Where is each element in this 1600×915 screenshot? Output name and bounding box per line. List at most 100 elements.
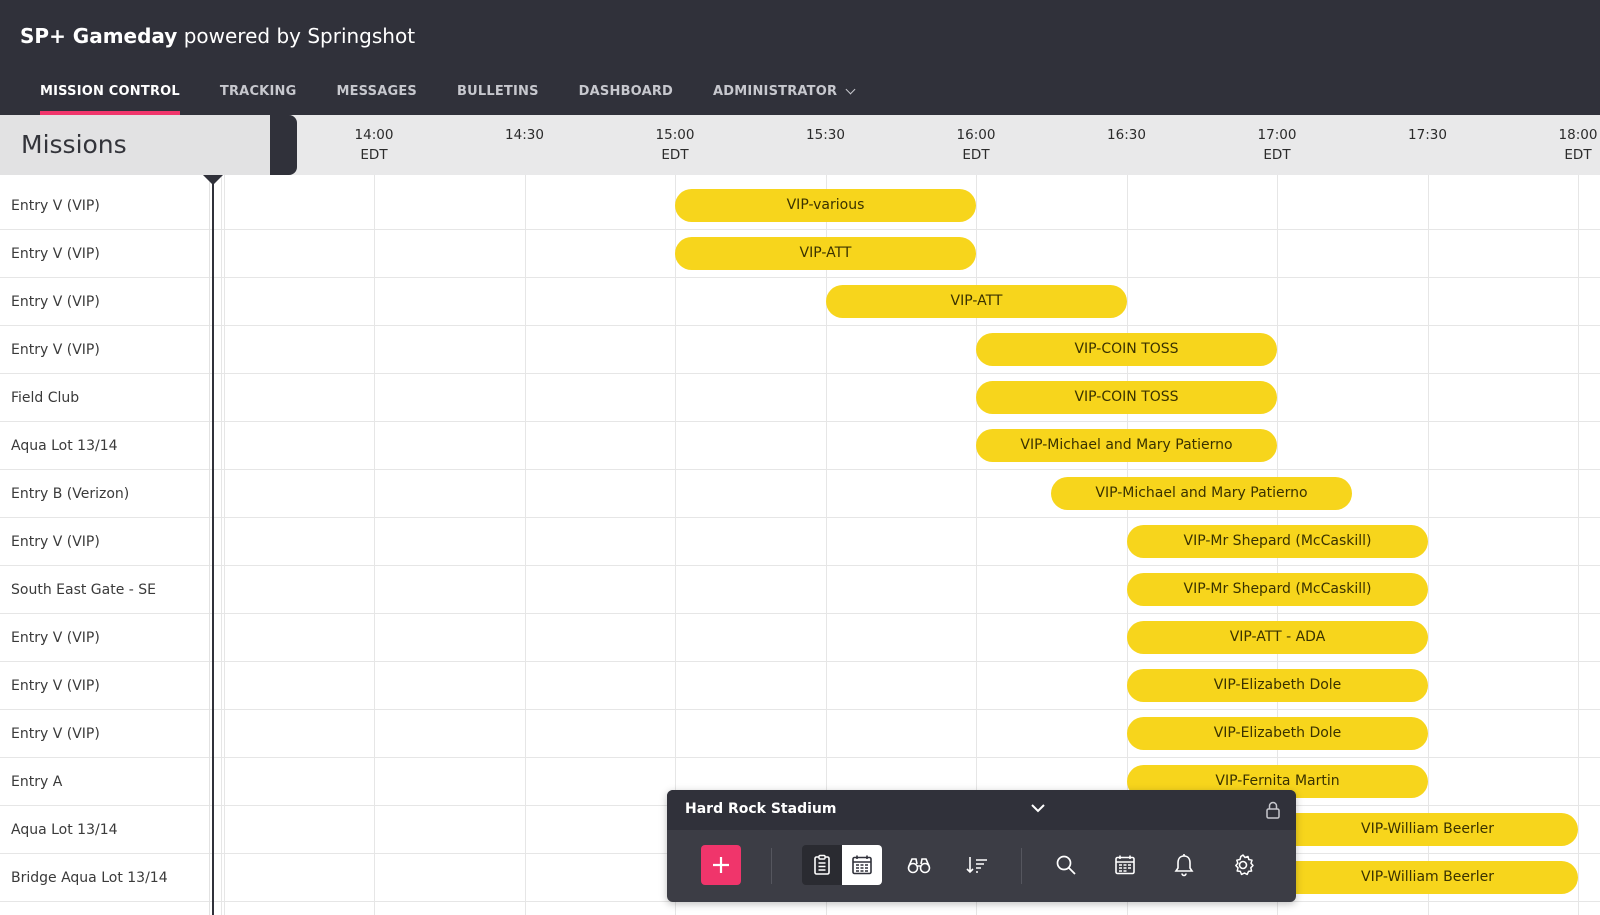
app-header: SP+ Gameday powered by Springshot MISSIO… xyxy=(0,0,1600,115)
list-view-button[interactable] xyxy=(802,845,842,885)
chevron-down-icon xyxy=(845,84,856,95)
brand-name: SP+ Gameday xyxy=(20,24,178,48)
nav-tracking[interactable]: TRACKING xyxy=(200,76,317,115)
time-tick-zone: EDT xyxy=(661,147,689,163)
row-location-label: Entry V (VIP) xyxy=(11,342,100,358)
lock-icon[interactable] xyxy=(1264,800,1282,820)
chevron-down-icon[interactable] xyxy=(1028,798,1048,818)
time-tick-zone: EDT xyxy=(1263,147,1291,163)
app-brand[interactable]: SP+ Gameday powered by Springshot xyxy=(20,24,415,48)
mission-bar[interactable]: VIP-Mr Shepard (McCaskill) xyxy=(1127,525,1428,558)
time-tick: 17:30 xyxy=(1388,125,1468,165)
time-tick: 14:00 EDT xyxy=(334,125,414,165)
mission-row: Field Club VIP-COIN TOSS xyxy=(0,374,1600,422)
sort-button[interactable] xyxy=(957,845,997,885)
missions-title: Missions xyxy=(0,115,270,175)
bell-icon xyxy=(1174,854,1194,877)
row-location-label: Entry V (VIP) xyxy=(11,198,100,214)
nav-dashboard[interactable]: DASHBOARD xyxy=(559,76,693,115)
sort-icon xyxy=(966,857,987,874)
timeline-view-button[interactable] xyxy=(842,845,882,885)
gear-icon xyxy=(1235,854,1254,876)
row-location-label: Entry V (VIP) xyxy=(11,726,100,742)
mission-bar[interactable]: VIP-Michael and Mary Patierno xyxy=(976,429,1277,462)
nav-bulletins[interactable]: BULLETINS xyxy=(437,76,559,115)
mission-bar[interactable]: VIP-William Beerler xyxy=(1277,861,1578,894)
nav-mission-control[interactable]: MISSION CONTROL xyxy=(20,76,200,115)
time-tick-zone xyxy=(1388,145,1468,165)
row-location-label: Entry V (VIP) xyxy=(11,678,100,694)
mission-row: Entry V (VIP) VIP-ATT xyxy=(0,278,1600,326)
notifications-button[interactable] xyxy=(1164,845,1204,885)
mission-bar[interactable]: VIP-ATT - ADA xyxy=(1127,621,1428,654)
time-tick-label: 18:00 xyxy=(1558,127,1598,143)
mission-bar[interactable]: VIP-COIN TOSS xyxy=(976,333,1277,366)
row-location-label: Entry V (VIP) xyxy=(11,630,100,646)
time-tick-zone: EDT xyxy=(962,147,990,163)
time-tick-label: 16:30 xyxy=(1107,127,1146,143)
mission-row: Entry V (VIP) VIP-Elizabeth Dole xyxy=(0,710,1600,758)
time-tick-label: 15:30 xyxy=(806,127,845,143)
row-location-label: Field Club xyxy=(11,390,80,406)
time-tick: 14:30 xyxy=(485,125,565,165)
nav-messages[interactable]: MESSAGES xyxy=(316,76,437,115)
mission-bar[interactable]: VIP-ATT xyxy=(675,237,976,270)
mission-bar[interactable]: VIP-Elizabeth Dole xyxy=(1127,717,1428,750)
calendar-grid-icon xyxy=(852,855,872,875)
mission-bar[interactable]: VIP-various xyxy=(675,189,976,222)
nav-label: ADMINISTRATOR xyxy=(713,84,838,99)
plus-icon xyxy=(713,857,729,873)
label-divider xyxy=(209,175,210,915)
mission-row: Entry V (VIP) VIP-ATT - ADA xyxy=(0,614,1600,662)
mission-row: Entry V (VIP) VIP-COIN TOSS xyxy=(0,326,1600,374)
time-tick: 18:00 EDT xyxy=(1538,125,1600,165)
missions-header: Missions xyxy=(0,115,297,175)
time-tick-zone xyxy=(1087,145,1167,165)
time-tick: 15:30 xyxy=(786,125,866,165)
time-tick: 16:00 EDT xyxy=(936,125,1016,165)
row-location-label: Aqua Lot 13/14 xyxy=(11,438,118,454)
mission-bar[interactable]: VIP-Elizabeth Dole xyxy=(1127,669,1428,702)
nav-label: MESSAGES xyxy=(336,84,417,99)
search-icon xyxy=(1056,855,1076,875)
time-tick-zone: EDT xyxy=(360,147,388,163)
search-button[interactable] xyxy=(1046,845,1086,885)
add-mission-button[interactable] xyxy=(701,845,741,885)
row-location-label: South East Gate - SE xyxy=(11,582,157,598)
calendar-icon xyxy=(1115,855,1135,875)
watch-button[interactable] xyxy=(899,845,939,885)
row-location-label: Bridge Aqua Lot 13/14 xyxy=(11,870,168,886)
toolbar-separator xyxy=(1021,848,1022,884)
mission-row: Entry B (Verizon) VIP-Michael and Mary Pa… xyxy=(0,470,1600,518)
settings-button[interactable] xyxy=(1223,845,1263,885)
mission-row: Entry V (VIP) VIP-Elizabeth Dole xyxy=(0,662,1600,710)
current-time-marker[interactable] xyxy=(203,175,223,185)
clipboard-icon xyxy=(814,854,830,875)
venue-toolbar: Hard Rock Stadium xyxy=(667,790,1296,902)
time-tick-label: 14:00 xyxy=(354,127,394,143)
time-tick-zone: EDT xyxy=(1564,147,1592,163)
mission-bar[interactable]: VIP-William Beerler xyxy=(1277,813,1578,846)
row-location-label: Aqua Lot 13/14 xyxy=(11,822,118,838)
time-tick-label: 14:30 xyxy=(505,127,544,143)
mission-bar[interactable]: VIP-COIN TOSS xyxy=(976,381,1277,414)
mission-bar[interactable]: VIP-ATT xyxy=(826,285,1127,318)
venue-toolbar-body xyxy=(667,830,1296,902)
nav-administrator[interactable]: ADMINISTRATOR xyxy=(693,76,874,115)
toolbar-separator xyxy=(771,848,772,884)
binoculars-icon xyxy=(907,858,931,874)
row-location-label: Entry V (VIP) xyxy=(11,246,100,262)
nav-label: DASHBOARD xyxy=(578,84,674,99)
row-location-label: Entry V (VIP) xyxy=(11,534,100,550)
time-tick-label: 17:00 xyxy=(1257,127,1297,143)
calendar-button[interactable] xyxy=(1105,845,1145,885)
time-tick-label: 17:30 xyxy=(1408,127,1447,143)
row-location-label: Entry V (VIP) xyxy=(11,294,100,310)
time-tick-zone xyxy=(786,145,866,165)
time-tick: 15:00 EDT xyxy=(635,125,715,165)
mission-bar[interactable]: VIP-Michael and Mary Patierno xyxy=(1051,477,1352,510)
row-location-label: Entry A xyxy=(11,774,63,790)
mission-row: Entry V (VIP) VIP-ATT xyxy=(0,230,1600,278)
missions-panel-toggle[interactable] xyxy=(270,115,297,175)
mission-bar[interactable]: VIP-Mr Shepard (McCaskill) xyxy=(1127,573,1428,606)
